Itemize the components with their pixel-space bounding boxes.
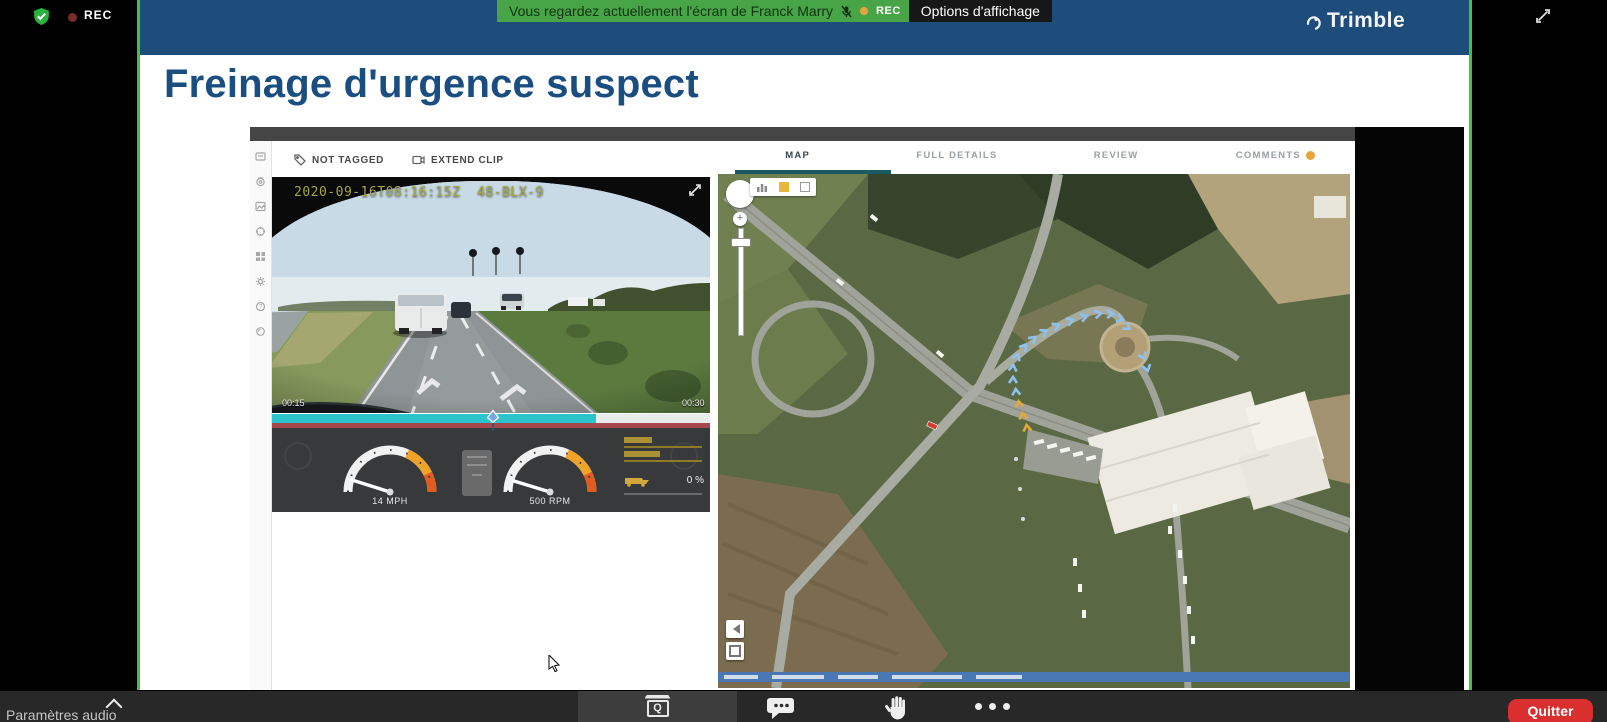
pan-down-icon[interactable] <box>736 198 744 206</box>
meeting-control-bar <box>0 691 1607 722</box>
trimble-logo-text: Trimble <box>1327 9 1405 33</box>
dash-info-text-2 <box>624 451 660 457</box>
map-imagery <box>718 174 1350 688</box>
extend-clip-button[interactable]: EXTEND CLIP <box>431 155 504 166</box>
map-attribution-bar <box>718 672 1350 682</box>
dashcam-scene <box>272 181 710 413</box>
banner-message: Vous regardez actuellement l'écran de Fr… <box>509 3 833 19</box>
leave-meeting-button[interactable]: Quitter <box>1508 699 1593 722</box>
screen-share-banner: Vous regardez actuellement l'écran de Fr… <box>497 0 1052 22</box>
sidebar-help-icon[interactable]: ? <box>255 301 266 312</box>
tab-map[interactable]: MAP <box>718 141 877 170</box>
truck-load-icon <box>624 474 650 487</box>
sidebar-target-icon[interactable] <box>255 226 266 237</box>
rpm-gauge <box>490 434 610 502</box>
tab-full-details[interactable]: FULL DETAILS <box>877 141 1036 170</box>
tab-comments[interactable]: COMMENTS <box>1196 141 1355 170</box>
banner-rec-label: REC <box>876 5 901 17</box>
dash-ghost-dial-left <box>284 442 312 470</box>
more-options-button[interactable] <box>975 703 1010 710</box>
dashcam-video[interactable] <box>272 177 710 413</box>
sidebar-image-icon[interactable] <box>255 201 266 212</box>
load-percent-value: 0 % <box>687 475 704 486</box>
video-timestamp-overlay: 2020-09-16T08:16:15Z 48-BLX-9 <box>294 185 544 200</box>
pan-left-icon[interactable] <box>728 190 736 198</box>
chat-button[interactable] <box>766 696 796 721</box>
map-layer-toolbar <box>750 178 816 196</box>
rpm-value: 500 RPM <box>490 496 610 506</box>
sidebar-grid-icon[interactable] <box>255 251 266 262</box>
sidebar-card-icon[interactable] <box>255 151 266 162</box>
meeting-window: REC Trimble Freinage d'urgence suspect V… <box>0 0 1607 722</box>
raise-hand-button[interactable] <box>884 694 910 720</box>
tag-status-button[interactable]: NOT TAGGED <box>312 155 384 166</box>
tag-icon <box>294 154 306 166</box>
back-arrow-icon <box>728 624 740 634</box>
zoom-slider-handle[interactable] <box>731 238 751 247</box>
map-back-button[interactable] <box>726 620 744 638</box>
embedded-screenshot-top-strip <box>250 127 1355 141</box>
speed-gauge <box>330 434 450 502</box>
tab-review[interactable]: REVIEW <box>1037 141 1196 170</box>
embedded-screenshot-black-band <box>1355 127 1464 690</box>
map-tab-bar: MAP FULL DETAILS REVIEW COMMENTS <box>718 141 1355 170</box>
trimble-logo: Trimble <box>1305 9 1405 33</box>
audio-settings-button[interactable]: Paramètres audio <box>6 707 117 722</box>
video-expand-icon[interactable] <box>688 183 702 197</box>
display-options-button[interactable]: Options d'affichage <box>909 0 1052 22</box>
video-duration: 00:30 <box>682 398 705 408</box>
fullscreen-expand-icon[interactable] <box>1534 7 1552 25</box>
recording-label: REC <box>84 8 112 22</box>
video-elapsed-time: 00:15 <box>282 398 305 408</box>
map-extent-button[interactable] <box>726 642 744 660</box>
telemetry-dashboard: 14 MPH 500 RPM 0 % <box>272 428 710 512</box>
qa-button[interactable]: Q <box>578 691 737 722</box>
playhead-marker-icon[interactable] <box>486 409 500 433</box>
dash-info-column: 0 % <box>624 434 704 495</box>
sidebar-camera-icon[interactable] <box>255 176 266 187</box>
chart-layer-icon[interactable] <box>756 182 768 192</box>
comments-badge <box>1306 151 1315 160</box>
extent-icon <box>729 645 741 657</box>
mic-muted-icon <box>841 5 852 18</box>
pan-up-icon[interactable] <box>736 182 744 190</box>
satellite-map[interactable]: + <box>718 174 1350 688</box>
banner-message-area: Vous regardez actuellement l'écran de Fr… <box>497 0 909 22</box>
dash-info-text-1 <box>624 437 652 443</box>
sidebar-settings-icon[interactable] <box>255 276 266 287</box>
security-shield-icon <box>32 7 51 26</box>
sidebar-lens-icon[interactable] <box>255 326 266 337</box>
raise-hand-icon <box>884 694 910 720</box>
extend-clip-icon <box>412 154 425 166</box>
attribution-text-smudge <box>724 675 758 679</box>
app-sidebar: ? <box>250 141 272 690</box>
slide-title: Freinage d'urgence suspect <box>164 62 699 107</box>
video-progress-fill <box>272 414 596 423</box>
recording-dot-icon <box>68 13 77 22</box>
map-layer-button[interactable] <box>800 182 810 192</box>
zoom-in-button[interactable]: + <box>733 212 747 226</box>
banner-rec-dot-icon <box>860 7 868 15</box>
satellite-layer-button[interactable] <box>779 182 789 192</box>
trimble-logo-icon <box>1305 13 1322 30</box>
speed-value: 14 MPH <box>330 496 450 506</box>
video-toolbar: NOT TAGGED EXTEND CLIP <box>272 143 710 177</box>
chat-bubble-icon <box>766 696 796 721</box>
qa-icon: Q <box>644 695 672 719</box>
mouse-cursor-icon <box>548 655 564 673</box>
dash-status-panel <box>462 450 492 496</box>
